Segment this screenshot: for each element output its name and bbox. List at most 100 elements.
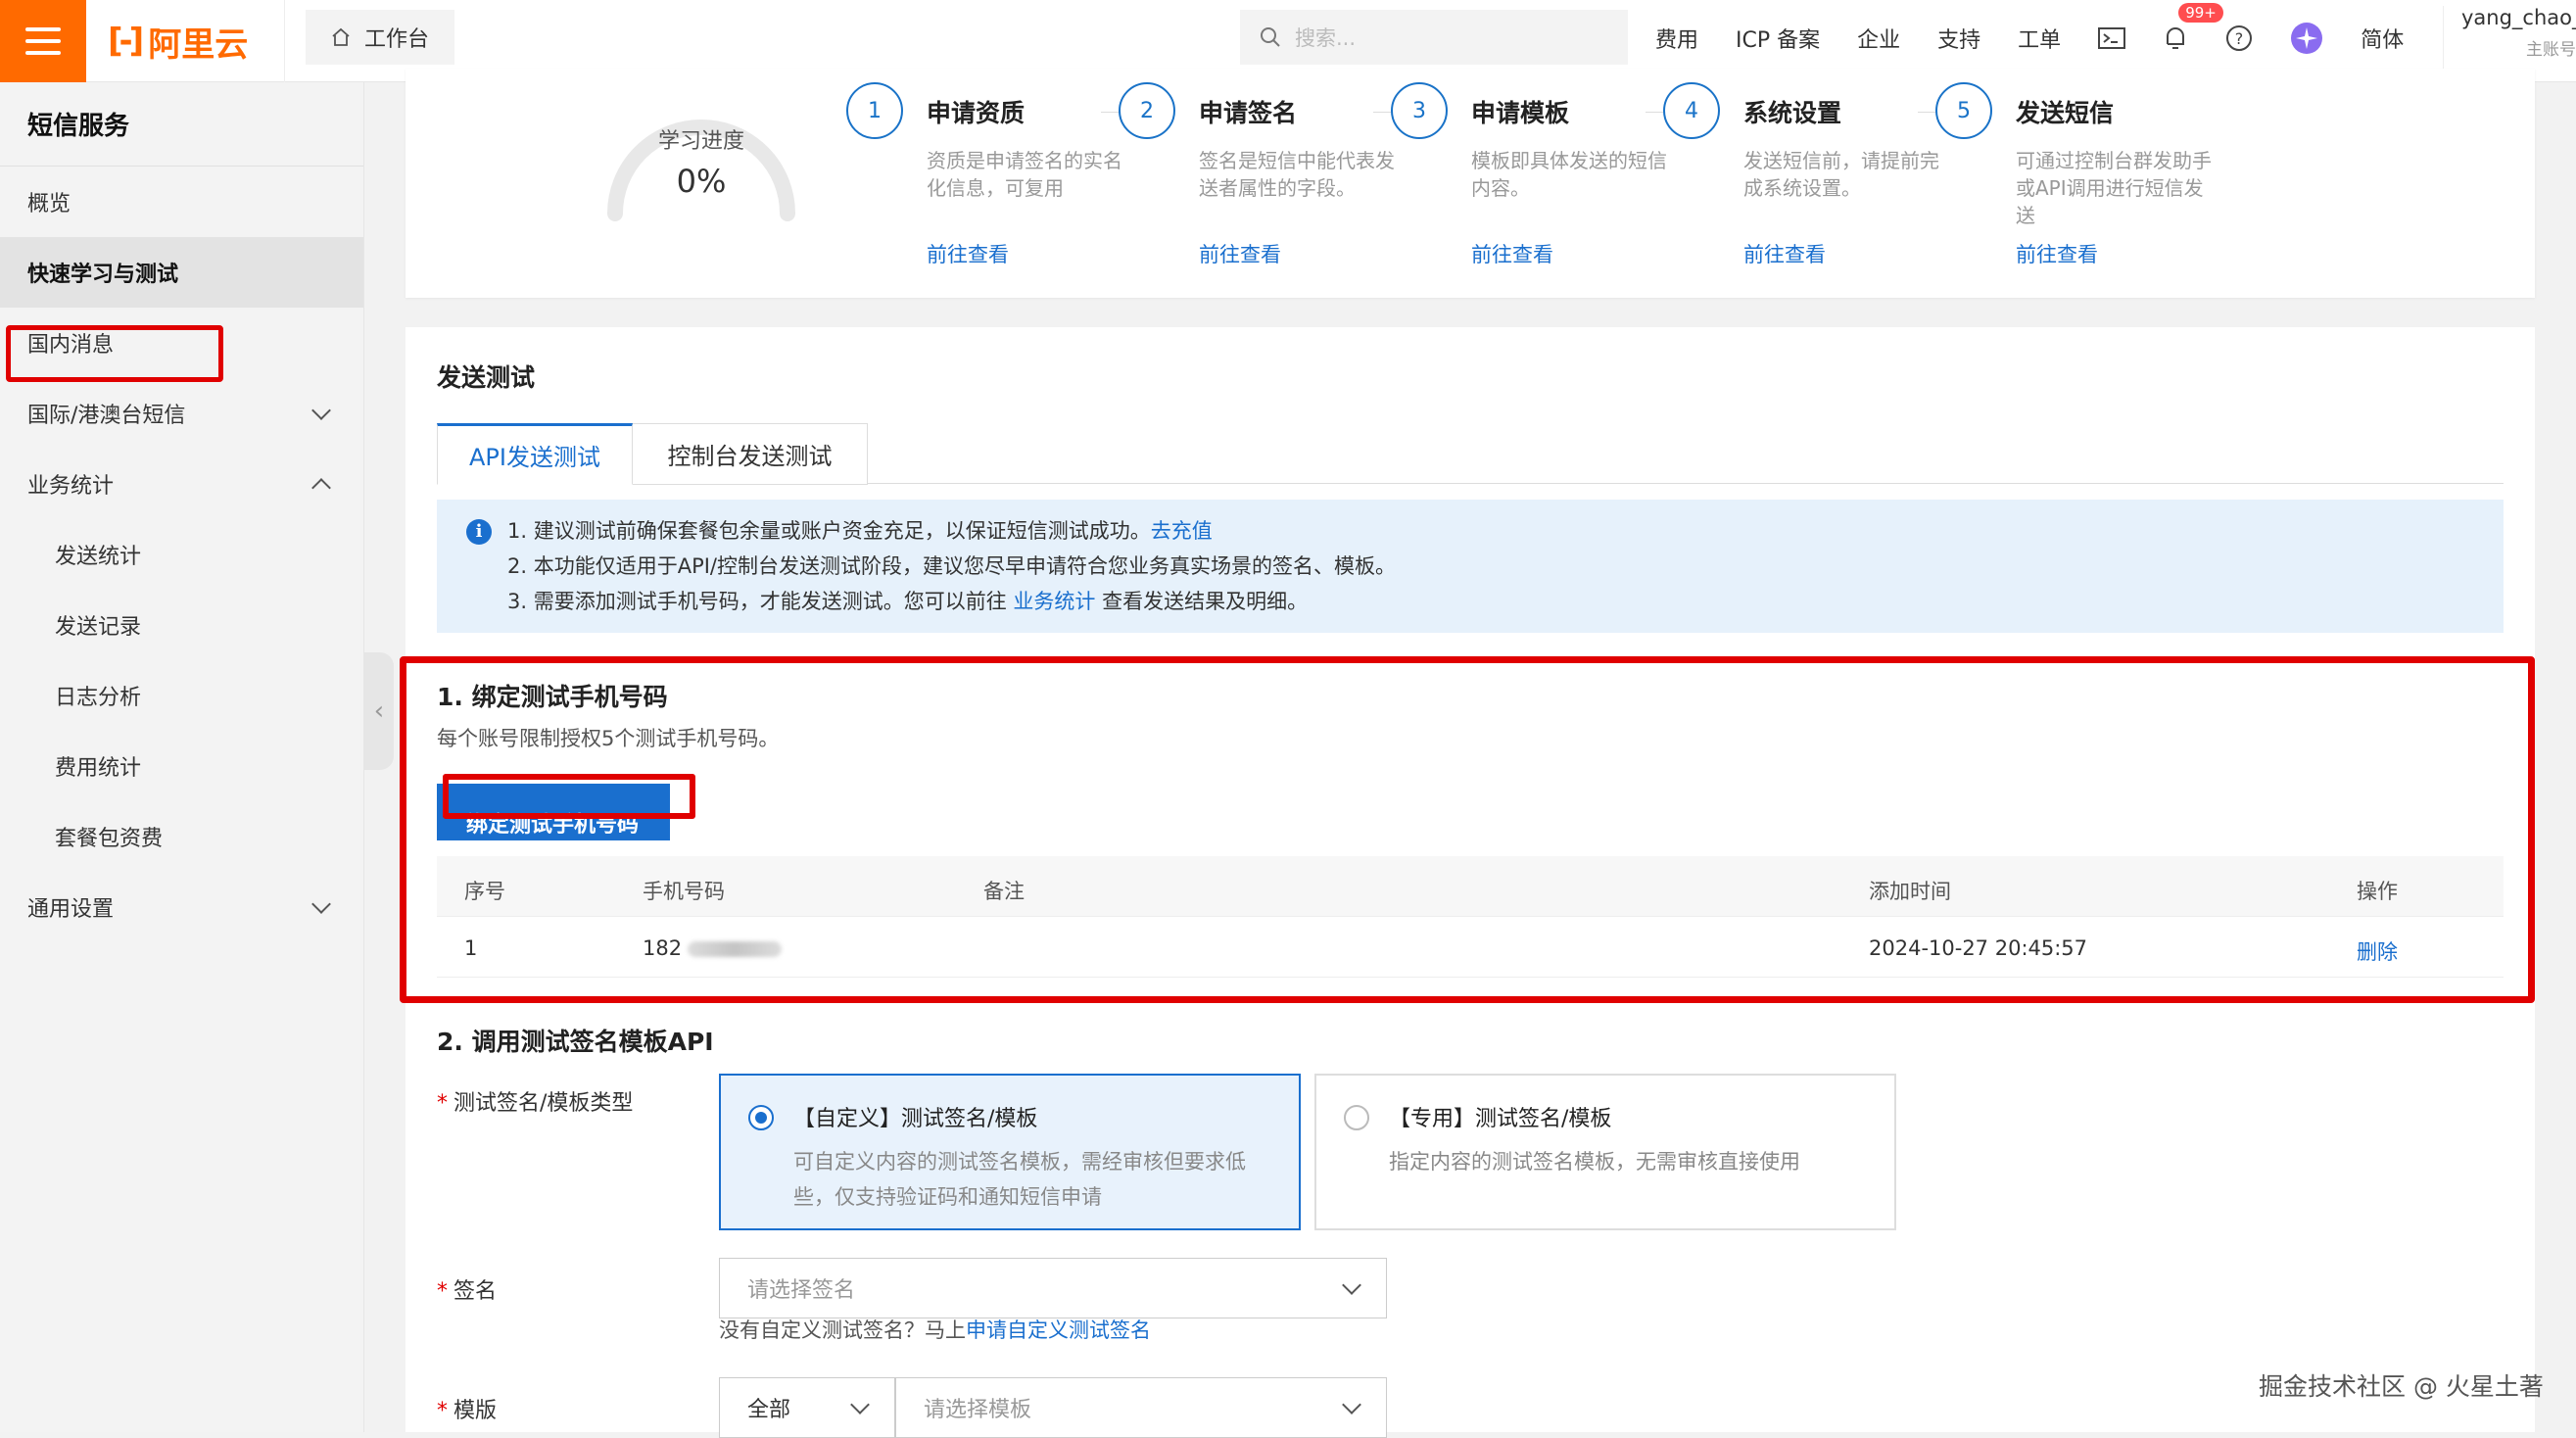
notice-text: 查看发送结果及明细。 [1095, 590, 1309, 613]
sidebar-item-label: 费用统计 [55, 756, 142, 781]
step-title: 发送短信 [2016, 99, 2115, 127]
table-row: 1 182 2024-10-27 20:45:57 删除 [437, 917, 2504, 978]
required-mark: * [437, 1399, 448, 1423]
account-type: 主账号 [2526, 40, 2576, 60]
sidebar-item-overview[interactable]: 概览 [0, 167, 363, 237]
sidebar-item-label: 套餐包资费 [55, 827, 164, 851]
apply-signature-link[interactable]: 申请自定义测试签名 [966, 1318, 1151, 1342]
nav-ticket[interactable]: 工单 [2018, 23, 2061, 54]
notice-line-3: 3. 需要添加测试手机号码，才能发送测试。您可以前往 业务统计 查看发送结果及明… [507, 584, 2504, 619]
sidebar-item-general-settings[interactable]: 通用设置 [0, 872, 363, 942]
sidebar-item-label: 日志分析 [55, 686, 142, 710]
sidebar-title: 短信服务 [0, 82, 363, 167]
ai-assistant-icon[interactable] [2290, 22, 2323, 55]
sidebar-item-cost-stats[interactable]: 费用统计 [0, 731, 363, 801]
step-link[interactable]: 前往查看 [927, 239, 1009, 268]
step-number: 4 [1663, 82, 1720, 139]
notice-line-2: 2. 本功能仅适用于API/控制台发送测试阶段，建议您尽早申请符合您业务真实场景… [507, 554, 1397, 578]
chevron-down-icon [850, 1395, 870, 1414]
language-switch[interactable]: 简体 [2361, 23, 2404, 54]
sidebar: 短信服务 概览 快速学习与测试 国内消息 国际/港澳台短信 业务统计 发送统计 … [0, 82, 364, 1432]
delete-link[interactable]: 删除 [2357, 936, 2398, 966]
notice-text: 1. 建议测试前确保套餐包余量或账户资金充足，以保证短信测试成功。 [507, 519, 1151, 543]
search-input[interactable]: 搜索... [1240, 10, 1628, 65]
sidebar-item-send-stats[interactable]: 发送统计 [0, 519, 363, 590]
step-number: 2 [1119, 82, 1175, 139]
step-number: 5 [1935, 82, 1992, 139]
step-link[interactable]: 前往查看 [1743, 239, 1826, 268]
sidebar-collapse-handle[interactable]: ‹ [364, 652, 394, 770]
step-number: 3 [1391, 82, 1448, 139]
step-link[interactable]: 前往查看 [2016, 239, 2098, 268]
step-title: 申请签名 [1199, 99, 1298, 127]
notice-text: 3. 需要添加测试手机号码，才能发送测试。您可以前往 [507, 590, 1014, 613]
sidebar-item-log-analysis[interactable]: 日志分析 [0, 660, 363, 731]
sidebar-item-international[interactable]: 国际/港澳台短信 [0, 378, 363, 449]
col-phone: 手机号码 [643, 880, 725, 903]
nav-enterprise[interactable]: 企业 [1857, 23, 1900, 54]
tab-api-test[interactable]: API发送测试 [437, 423, 633, 485]
required-mark: * [437, 1091, 448, 1116]
step-link[interactable]: 前往查看 [1199, 239, 1281, 268]
progress-value: 0% [676, 163, 727, 200]
option-dedicated[interactable]: 【专用】测试签名/模板 指定内容的测试签名模板，无需审核直接使用 [1314, 1074, 1896, 1230]
send-test-card: 发送测试 API发送测试 控制台发送测试 i 1. 建议测试前确保套餐包余量或账… [405, 327, 2535, 1438]
sidebar-item-send-records[interactable]: 发送记录 [0, 590, 363, 660]
sidebar-item-label: 发送统计 [55, 545, 142, 569]
col-action: 操作 [2357, 880, 2398, 903]
required-mark: * [437, 1279, 448, 1304]
nav-support[interactable]: 支持 [1937, 23, 1980, 54]
hint-text: 没有自定义测试签名？马上 [719, 1318, 966, 1342]
highlight-box [6, 325, 223, 382]
sidebar-item-label: 通用设置 [27, 897, 115, 922]
logo-text: 阿里云 [148, 24, 249, 65]
option-title: 【自定义】测试签名/模板 [793, 1107, 1038, 1131]
radio-checked[interactable] [748, 1105, 774, 1130]
chevron-down-icon [311, 401, 331, 420]
help-icon[interactable]: ? [2225, 24, 2253, 52]
nav-icp[interactable]: ICP 备案 [1736, 23, 1820, 54]
chevron-up-icon [311, 478, 331, 498]
menu-button[interactable] [0, 0, 86, 82]
option-custom[interactable]: 【自定义】测试签名/模板 可自定义内容的测试签名模板，需经审核但要求低些，仅支持… [719, 1074, 1301, 1230]
business-stats-link[interactable]: 业务统计 [1013, 590, 1095, 613]
aliyun-logo[interactable]: [-] 阿里云 [108, 18, 248, 65]
bell-icon[interactable]: 99+ [2163, 3, 2223, 52]
chevron-down-icon [311, 894, 331, 914]
step-number: 1 [846, 82, 903, 139]
template-select[interactable]: 请选择模板 [895, 1377, 1387, 1438]
watermark: 掘金技术社区 @ 火星土著 [2259, 1372, 2544, 1401]
template-filter-select[interactable]: 全部 [719, 1377, 895, 1438]
notice-line-1: 1. 建议测试前确保套餐包余量或账户资金充足，以保证短信测试成功。去充值 [507, 513, 2504, 549]
workbench-label: 工作台 [364, 27, 430, 52]
workbench-button[interactable]: 工作台 [306, 10, 455, 65]
terminal-icon[interactable] [2098, 26, 2126, 50]
field-label: 签名 [453, 1279, 498, 1304]
sidebar-item-business-stats[interactable]: 业务统计 [0, 449, 363, 519]
sidebar-item-quick-learn[interactable]: 快速学习与测试 [0, 237, 363, 308]
sidebar-item-package-pricing[interactable]: 套餐包资费 [0, 801, 363, 872]
section-title: 发送测试 [437, 363, 536, 392]
signature-select[interactable]: 请选择签名 [719, 1258, 1387, 1318]
bind-phone-button[interactable]: 绑定测试手机号码 [437, 784, 670, 840]
step-link[interactable]: 前往查看 [1471, 239, 1553, 268]
user-menu[interactable]: yang_chao_y 主账号 [2443, 6, 2576, 76]
bind-phone-title: 1. 绑定测试手机号码 [437, 683, 668, 711]
type-label: * 测试签名/模板类型 [437, 1085, 633, 1117]
recharge-link[interactable]: 去充值 [1151, 519, 1213, 543]
tab-console-test[interactable]: 控制台发送测试 [633, 423, 868, 485]
home-icon [332, 27, 350, 46]
cell-phone: 182 [643, 936, 783, 960]
sidebar-item-label: 概览 [27, 192, 72, 216]
redacted-blur [688, 941, 783, 957]
step-desc: 可通过控制台群发助手或API调用进行短信发送 [2016, 149, 2212, 227]
sidebar-item-label: 发送记录 [55, 615, 142, 640]
col-time: 添加时间 [1869, 880, 1951, 903]
nav-fees[interactable]: 费用 [1655, 23, 1698, 54]
top-nav: 费用 ICP 备案 企业 支持 工单 99+ ? 简体 [1655, 0, 2441, 76]
radio-unchecked[interactable] [1344, 1105, 1369, 1130]
step-desc: 发送短信前，请提前完成系统设置。 [1743, 149, 1939, 200]
svg-text:?: ? [2235, 29, 2244, 48]
select-placeholder: 请选择模板 [924, 1398, 1032, 1422]
cell-index: 1 [464, 936, 478, 960]
